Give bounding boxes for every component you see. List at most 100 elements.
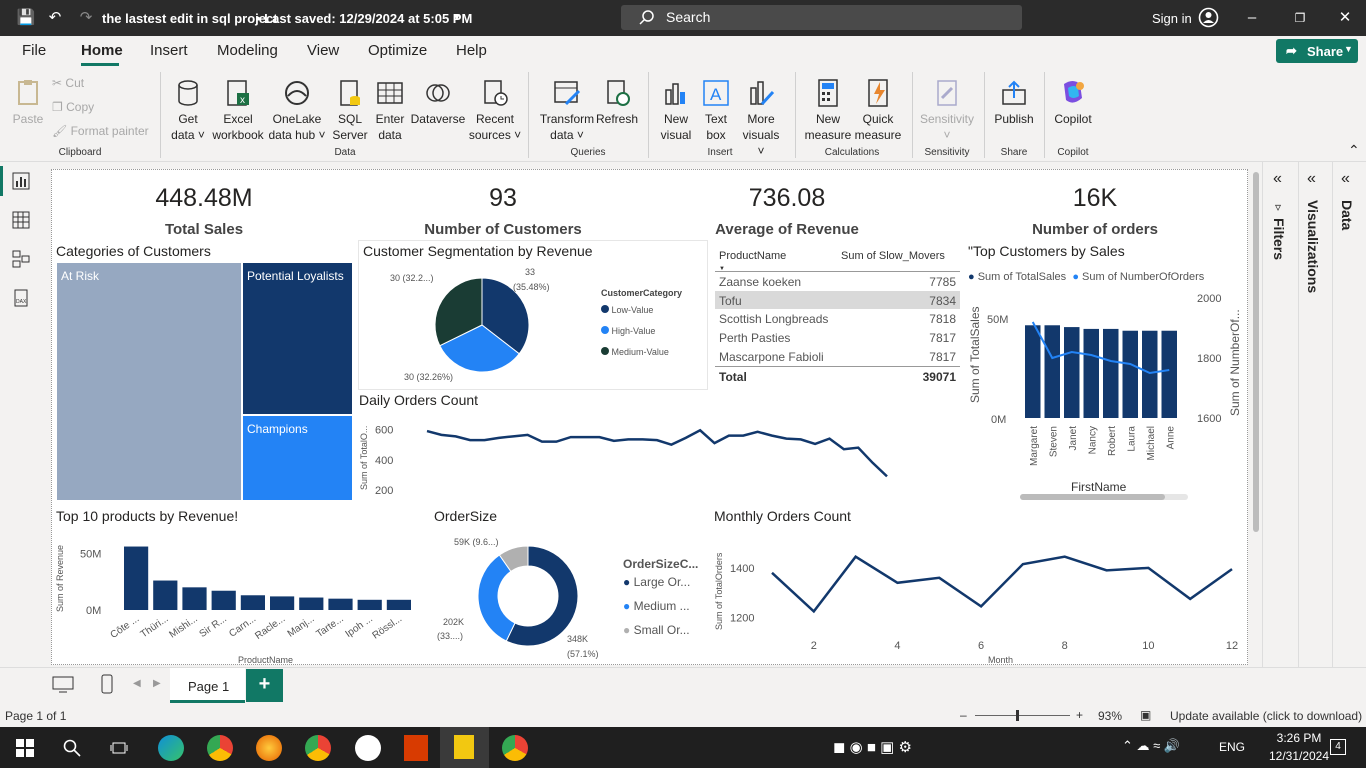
chrome-icon[interactable] xyxy=(207,735,233,761)
table-row[interactable]: Mascarpone Fabioli 7817 xyxy=(715,347,960,365)
taskbar-search-icon[interactable] xyxy=(63,739,81,757)
chrome-profile-icon[interactable] xyxy=(305,735,331,761)
transform-data-button[interactable]: Transform data ˅ xyxy=(538,78,596,143)
refresh-button[interactable]: Refresh xyxy=(596,78,638,127)
zoom-slider-thumb[interactable] xyxy=(1016,710,1019,721)
minimize-icon[interactable]: – xyxy=(1242,8,1262,28)
chevron-down-icon[interactable]: ▼ xyxy=(452,12,462,23)
collapse-data-icon[interactable]: « xyxy=(1341,170,1350,188)
copy-button[interactable]: ❐ Copy xyxy=(52,99,94,115)
mobile-layout-icon[interactable] xyxy=(100,674,114,694)
menu-home[interactable]: Home xyxy=(81,42,123,59)
next-page-icon[interactable]: ▶ xyxy=(153,678,161,689)
legend-item[interactable]: Medium-Value xyxy=(601,347,669,368)
legend-item[interactable]: ● Medium ... xyxy=(623,599,690,623)
slow-movers-table[interactable]: ProductName Sum of Slow_Movers ▼ Zaanse … xyxy=(715,244,960,384)
table-view-icon[interactable] xyxy=(12,211,30,229)
add-page-button[interactable]: + xyxy=(246,669,283,702)
new-visual-button[interactable]: New visual xyxy=(658,78,694,143)
tray-icons[interactable]: ◼ ◉ ■ ▣ ⚙ xyxy=(833,738,912,756)
format-painter-button[interactable]: 🖌 Format painter xyxy=(52,123,149,139)
enter-data-button[interactable]: Enter data xyxy=(372,78,408,143)
dataverse-button[interactable]: Dataverse xyxy=(410,78,466,127)
notifications-icon[interactable]: 4 xyxy=(1330,739,1346,755)
table-row[interactable]: Scottish Longbreads 7818 xyxy=(715,309,960,327)
treemap-cell-potential-loyalists[interactable]: Potential Loyalists xyxy=(243,263,352,414)
zoom-in-icon[interactable]: + xyxy=(1076,708,1083,722)
update-link[interactable]: Update available (click to download) xyxy=(1170,709,1362,723)
collapse-visualizations-icon[interactable]: « xyxy=(1307,170,1316,188)
zoom-slider[interactable] xyxy=(975,715,1070,716)
model-view-icon[interactable] xyxy=(12,250,30,268)
visualizations-pane-label[interactable]: Visualizations xyxy=(1305,200,1321,293)
legend-label[interactable]: Sum of TotalSales xyxy=(978,271,1066,283)
copilot-button[interactable]: Copilot xyxy=(1050,78,1096,127)
menu-view[interactable]: View xyxy=(307,42,339,59)
treemap-cell-champions[interactable]: Champions xyxy=(243,416,352,500)
clock-time[interactable]: 3:26 PM xyxy=(1269,731,1329,745)
close-icon[interactable]: ✕ xyxy=(1335,8,1355,28)
collapse-filters-icon[interactable]: « xyxy=(1273,170,1282,188)
maximize-icon[interactable]: ❐ xyxy=(1290,8,1310,28)
share-button[interactable]: ➦ Share ▼ xyxy=(1276,39,1358,63)
publish-button[interactable]: Publish xyxy=(992,78,1036,127)
text-box-button[interactable]: A Text box xyxy=(698,78,734,143)
top-customers-chart[interactable]: Sum of TotalSales Sum of NumberOf... 50M 0M… xyxy=(965,288,1245,508)
edge-icon[interactable] xyxy=(158,735,184,761)
desktop-layout-icon[interactable] xyxy=(52,676,74,694)
new-measure-button[interactable]: New measure xyxy=(804,78,852,143)
clock-date[interactable]: 12/31/2024 xyxy=(1265,749,1333,763)
menu-optimize[interactable]: Optimize xyxy=(368,42,427,59)
menu-insert[interactable]: Insert xyxy=(150,42,188,59)
daily-orders-chart[interactable]: Sum of TotalO... 600 400 200 xyxy=(355,408,900,503)
sign-in-link[interactable]: Sign in xyxy=(1152,11,1192,26)
search-box[interactable]: Search xyxy=(621,5,1022,30)
cut-button[interactable]: ✂ Cut xyxy=(52,75,84,91)
dax-query-icon[interactable]: DAX xyxy=(12,289,30,307)
tab-page-1[interactable]: Page 1 xyxy=(170,668,245,703)
table-row[interactable]: Zaanse koeken 7785 xyxy=(715,272,960,290)
top10-chart[interactable]: Sum of Revenue 50M 0M Côte ...Thüri...Mishi… xyxy=(54,530,419,666)
paste-button[interactable]: Paste xyxy=(10,78,46,127)
fit-page-icon[interactable]: ▣ xyxy=(1140,708,1151,722)
menu-help[interactable]: Help xyxy=(456,42,487,59)
canvas-scrollbar[interactable] xyxy=(1253,172,1259,532)
legend-item[interactable]: ● Small Or... xyxy=(623,623,690,647)
table-header[interactable]: ProductName xyxy=(719,250,786,262)
language-indicator[interactable]: ENG xyxy=(1219,740,1245,754)
redo-icon[interactable]: ↷ xyxy=(76,8,96,28)
save-icon[interactable]: 💾 xyxy=(16,8,36,28)
prev-page-icon[interactable]: ◀ xyxy=(133,678,141,689)
onelake-button[interactable]: OneLake data hub ˅ xyxy=(268,78,326,143)
menu-file[interactable]: File xyxy=(22,42,46,59)
collapse-ribbon-icon[interactable]: ⌃ xyxy=(1348,142,1360,159)
horizontal-scrollbar[interactable] xyxy=(1020,494,1188,500)
avatar-icon[interactable] xyxy=(1198,7,1219,28)
windows-start-icon[interactable] xyxy=(16,739,34,757)
quick-measure-button[interactable]: Quick measure xyxy=(854,78,902,143)
sensitivity-button[interactable]: Sensitivity ˅ xyxy=(917,78,977,143)
report-view-icon[interactable] xyxy=(12,172,30,190)
menu-modeling[interactable]: Modeling xyxy=(217,42,278,59)
app-icon[interactable] xyxy=(355,735,381,761)
office-icon[interactable] xyxy=(404,735,428,761)
firefox-icon[interactable] xyxy=(256,735,282,761)
treemap-cell-at-risk[interactable]: At Risk xyxy=(57,263,241,500)
legend-item[interactable]: Low-Value xyxy=(601,305,669,326)
table-row[interactable]: Tofu 7834 xyxy=(715,290,960,309)
sql-server-button[interactable]: SQL Server xyxy=(332,78,368,143)
undo-icon[interactable]: ↶ xyxy=(45,8,65,28)
system-tray-icons[interactable]: ⌃ ☁ ≈ 🔊 xyxy=(1122,738,1180,754)
recent-sources-button[interactable]: Recent sources ˅ xyxy=(468,78,522,143)
get-data-button[interactable]: Get data ˅ xyxy=(168,78,208,143)
task-view-icon[interactable] xyxy=(110,739,128,757)
legend-item[interactable]: ● Large Or... xyxy=(623,575,690,599)
filters-pane-label[interactable]: Filters xyxy=(1271,218,1287,260)
monthly-orders-chart[interactable]: Sum of TotalOrders 1400 1200 2 4 6 8 10 12 Month xyxy=(710,530,1250,666)
chrome-alt-icon[interactable] xyxy=(502,735,528,761)
table-row[interactable]: Perth Pasties 7817 xyxy=(715,328,960,346)
table-header[interactable]: Sum of Slow_Movers xyxy=(841,250,945,262)
legend-item[interactable]: High-Value xyxy=(601,326,669,347)
legend-label[interactable]: Sum of NumberOfOrders xyxy=(1082,271,1204,283)
excel-workbook-button[interactable]: x Excel workbook xyxy=(210,78,266,143)
